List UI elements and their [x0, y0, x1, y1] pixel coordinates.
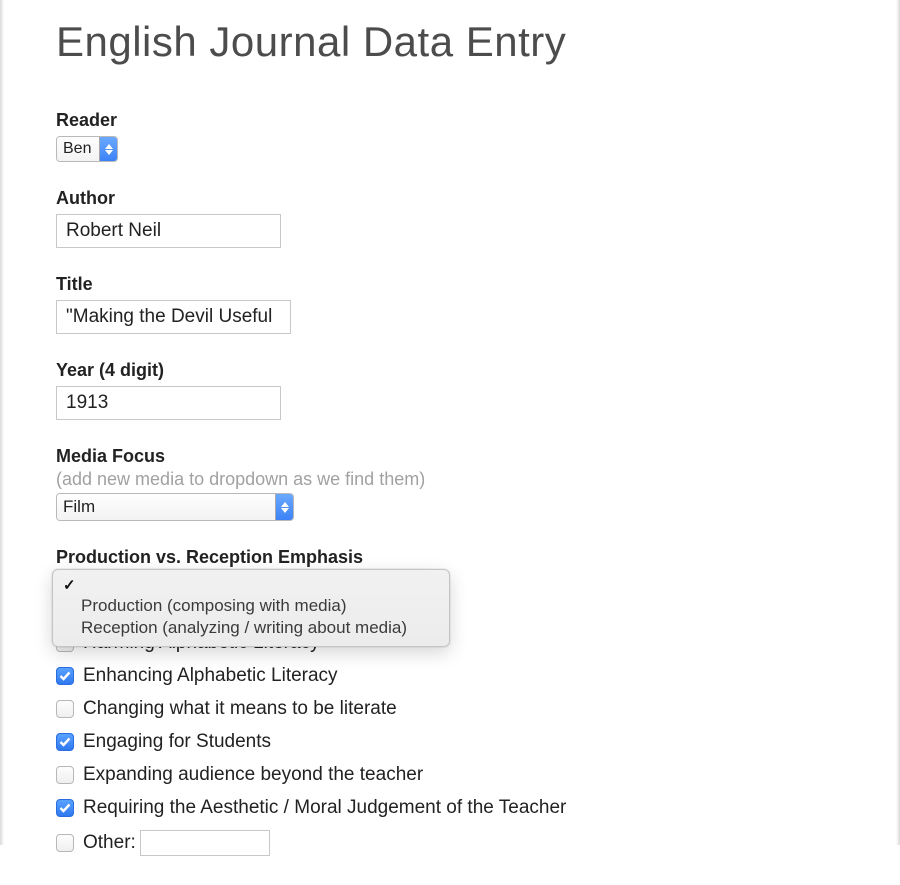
- checkbox-label: Changing what it means to be literate: [83, 698, 397, 720]
- other-input[interactable]: [140, 830, 270, 856]
- title-label: Title: [56, 274, 852, 295]
- field-year: Year (4 digit): [56, 360, 852, 420]
- pvre-label: Production vs. Reception Emphasis: [56, 547, 852, 568]
- checkbox-engaging[interactable]: [56, 733, 74, 751]
- year-input[interactable]: [56, 386, 281, 420]
- field-title: Title: [56, 274, 852, 334]
- select-stepper-icon: [275, 494, 293, 520]
- checkbox-requiring[interactable]: [56, 799, 74, 817]
- pvre-option-text: Reception (analyzing / writing about med…: [81, 618, 407, 638]
- select-stepper-icon: [99, 137, 117, 161]
- pvre-option-reception[interactable]: Reception (analyzing / writing about med…: [53, 617, 449, 639]
- media-focus-selected-value: Film: [57, 494, 275, 520]
- author-input[interactable]: [56, 214, 281, 248]
- checkmark-icon: ✓: [63, 576, 81, 594]
- frame-left-border: [0, 0, 4, 845]
- checkbox-other[interactable]: [56, 834, 74, 852]
- author-label: Author: [56, 188, 852, 209]
- pvre-option-production[interactable]: Production (composing with media): [53, 595, 449, 617]
- reader-select[interactable]: Ben: [56, 136, 118, 162]
- checkbox-label: Expanding audience beyond the teacher: [83, 764, 423, 786]
- media-focus-select[interactable]: Film: [56, 493, 294, 521]
- pvre-option-text: Production (composing with media): [81, 596, 347, 616]
- page-title: English Journal Data Entry: [56, 18, 852, 66]
- field-author: Author: [56, 188, 852, 248]
- field-reader: Reader Ben: [56, 110, 852, 162]
- checkbox-row-engaging: Engaging for Students: [56, 731, 852, 753]
- checkbox-row-enhancing: Enhancing Alphabetic Literacy: [56, 665, 852, 687]
- checkbox-label: Requiring the Aesthetic / Moral Judgemen…: [83, 797, 566, 819]
- field-pvre: Production vs. Reception Emphasis ✓ Prod…: [56, 547, 852, 856]
- checkbox-row-requiring: Requiring the Aesthetic / Moral Judgemen…: [56, 797, 852, 819]
- checkbox-changing[interactable]: [56, 700, 74, 718]
- pvre-dropdown-menu[interactable]: ✓ Production (composing with media) Rece…: [52, 569, 450, 647]
- checkbox-expanding[interactable]: [56, 766, 74, 784]
- pvre-option-blank[interactable]: ✓: [53, 575, 449, 595]
- form-container: English Journal Data Entry Reader Ben Au…: [0, 0, 900, 885]
- checkbox-row-expanding: Expanding audience beyond the teacher: [56, 764, 852, 786]
- reader-label: Reader: [56, 110, 852, 131]
- checkbox-row-changing: Changing what it means to be literate: [56, 698, 852, 720]
- frame-right-border: [896, 0, 900, 845]
- checkbox-row-other: Other:: [56, 830, 852, 856]
- media-focus-label: Media Focus: [56, 446, 852, 467]
- checkbox-enhancing[interactable]: [56, 667, 74, 685]
- year-label: Year (4 digit): [56, 360, 852, 381]
- checkbox-group: Harming Alphabetic Literacy Enhancing Al…: [56, 632, 852, 856]
- checkbox-label-other: Other:: [83, 832, 136, 854]
- title-input[interactable]: [56, 300, 291, 334]
- checkbox-label: Engaging for Students: [83, 731, 271, 753]
- checkbox-label: Enhancing Alphabetic Literacy: [83, 665, 338, 687]
- media-focus-hint: (add new media to dropdown as we find th…: [56, 469, 852, 490]
- reader-selected-value: Ben: [57, 137, 99, 161]
- field-media-focus: Media Focus (add new media to dropdown a…: [56, 446, 852, 521]
